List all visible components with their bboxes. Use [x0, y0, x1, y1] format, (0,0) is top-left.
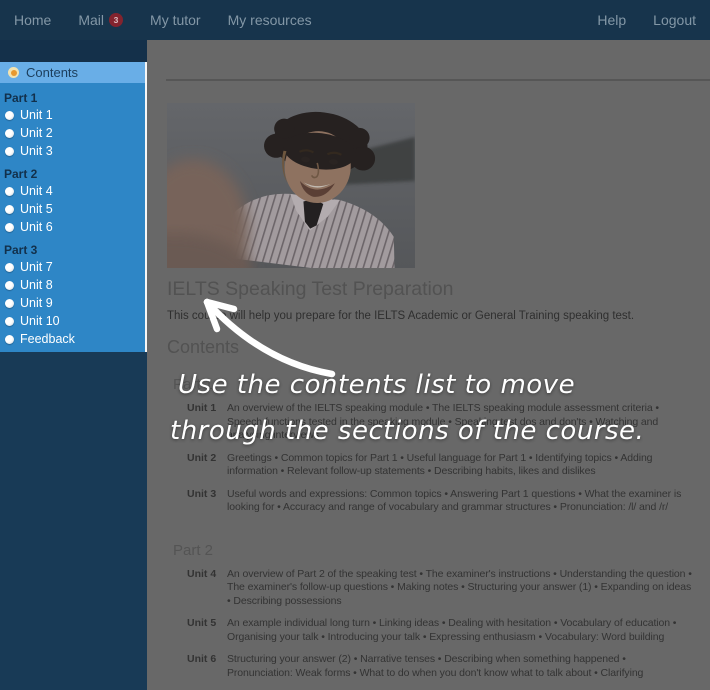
unit-row: Unit 5 An example individual long turn •…	[187, 617, 694, 644]
course-photo	[167, 103, 415, 268]
sidebar-nav-list: Part 1 Unit 1 Unit 2 Unit 3 Part 2 Unit …	[0, 83, 145, 348]
nav-help-label: Help	[597, 12, 626, 28]
unit-description: An overview of Part 2 of the speaking te…	[227, 568, 694, 609]
mail-count-badge: 3	[109, 13, 123, 27]
bullet-icon	[5, 187, 14, 196]
sidebar-item-unit-7[interactable]: Unit 7	[0, 258, 145, 276]
nav-home[interactable]: Home	[14, 12, 51, 28]
nav-logout[interactable]: Logout	[653, 12, 696, 28]
sidebar-item-unit-9[interactable]: Unit 9	[0, 294, 145, 312]
sidebar-item-label: Unit 6	[20, 220, 53, 234]
nav-my-tutor[interactable]: My tutor	[150, 12, 201, 28]
content-part-1-heading: Part 1	[173, 376, 710, 393]
course-title: IELTS Speaking Test Preparation	[167, 278, 710, 301]
sidebar-item-label: Unit 1	[20, 108, 53, 122]
bullet-icon	[5, 129, 14, 138]
bullet-icon	[5, 299, 14, 308]
unit-row: Unit 4 An overview of Part 2 of the spea…	[187, 568, 694, 609]
bullet-icon	[5, 263, 14, 272]
nav-logout-label: Logout	[653, 12, 696, 28]
contents-sidebar: Contents Part 1 Unit 1 Unit 2 Unit 3 Par…	[0, 62, 147, 352]
sidebar-item-label: Feedback	[20, 332, 75, 346]
bullet-icon	[5, 205, 14, 214]
unit-row: Unit 1 An overview of the IELTS speaking…	[187, 402, 694, 443]
sidebar-item-unit-5[interactable]: Unit 5	[0, 200, 145, 218]
sidebar-item-label: Unit 9	[20, 296, 53, 310]
sidebar-part-1-label: Part 1	[4, 90, 145, 106]
unit-row: Unit 3 Useful words and expressions: Com…	[187, 488, 694, 515]
sidebar-part-2-label: Part 2	[4, 166, 145, 182]
sidebar-item-unit-3[interactable]: Unit 3	[0, 142, 145, 160]
sidebar-item-label: Unit 8	[20, 278, 53, 292]
unit-label: Unit 3	[187, 488, 220, 515]
bullet-icon	[5, 335, 14, 344]
unit-description: Greetings • Common topics for Part 1 • U…	[227, 452, 694, 479]
sidebar-item-label: Unit 5	[20, 202, 53, 216]
bullet-icon	[5, 317, 14, 326]
bullet-icon	[5, 111, 14, 120]
bullet-icon	[5, 223, 14, 232]
sidebar-bottom-filler	[0, 352, 147, 690]
unit-description: Useful words and expressions: Common top…	[227, 488, 694, 515]
sidebar-item-unit-1[interactable]: Unit 1	[0, 106, 145, 124]
course-content-panel: IELTS Speaking Test Preparation This cou…	[147, 40, 710, 690]
sidebar-item-label: Unit 3	[20, 144, 53, 158]
sidebar-header-label: Contents	[26, 65, 78, 80]
sidebar-top-gap	[0, 40, 147, 62]
unit-description: An overview of the IELTS speaking module…	[227, 402, 694, 443]
sidebar-item-label: Unit 2	[20, 126, 53, 140]
unit-description: Structuring your answer (2) • Narrative …	[227, 653, 694, 680]
unit-label: Unit 1	[187, 402, 220, 443]
sidebar-item-unit-8[interactable]: Unit 8	[0, 276, 145, 294]
sidebar-item-unit-6[interactable]: Unit 6	[0, 218, 145, 236]
contents-heading: Contents	[167, 337, 710, 358]
sidebar-item-feedback[interactable]: Feedback	[0, 330, 145, 348]
course-intro: This course will help you prepare for th…	[167, 310, 710, 322]
nav-my-tutor-label: My tutor	[150, 12, 201, 28]
sidebar-item-label: Unit 10	[20, 314, 60, 328]
sidebar-item-label: Unit 4	[20, 184, 53, 198]
unit-description: An example individual long turn • Linkin…	[227, 617, 694, 644]
sidebar-item-unit-10[interactable]: Unit 10	[0, 312, 145, 330]
radio-bullet-icon	[8, 67, 19, 78]
nav-mail-label: Mail	[78, 12, 104, 28]
sidebar-item-label: Unit 7	[20, 260, 53, 274]
sidebar-item-unit-4[interactable]: Unit 4	[0, 182, 145, 200]
nav-my-resources-label: My resources	[228, 12, 312, 28]
nav-help[interactable]: Help	[597, 12, 626, 28]
nav-right-group: Help Logout	[570, 12, 696, 28]
course-text-block: IELTS Speaking Test Preparation This cou…	[147, 268, 710, 690]
sidebar-header-contents[interactable]: Contents	[0, 62, 145, 83]
unit-row: Unit 6 Structuring your answer (2) • Nar…	[187, 653, 694, 680]
nav-my-resources[interactable]: My resources	[228, 12, 312, 28]
content-top-divider	[166, 79, 710, 81]
sidebar-item-unit-2[interactable]: Unit 2	[0, 124, 145, 142]
bullet-icon	[5, 281, 14, 290]
unit-label: Unit 2	[187, 452, 220, 479]
sidebar-part-3-label: Part 3	[4, 242, 145, 258]
bullet-icon	[5, 147, 14, 156]
nav-home-label: Home	[14, 12, 51, 28]
nav-mail[interactable]: Mail 3	[78, 12, 123, 28]
unit-label: Unit 4	[187, 568, 220, 609]
unit-label: Unit 6	[187, 653, 220, 680]
content-part-2-heading: Part 2	[173, 542, 710, 559]
unit-label: Unit 5	[187, 617, 220, 644]
unit-row: Unit 2 Greetings • Common topics for Par…	[187, 452, 694, 479]
top-navigation-bar: Home Mail 3 My tutor My resources Help L…	[0, 0, 710, 40]
